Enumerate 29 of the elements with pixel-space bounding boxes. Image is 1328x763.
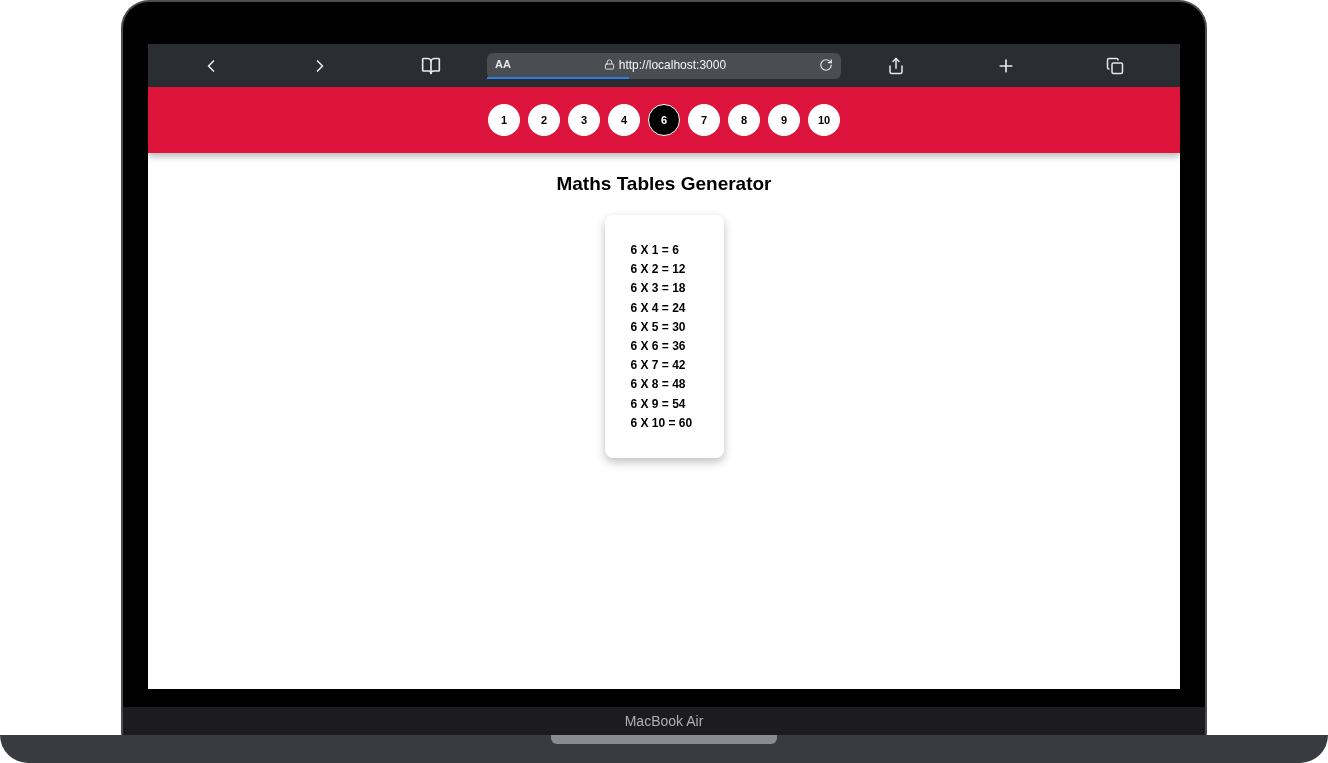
table-line: 6 X 7 = 42 [630,357,687,375]
book-icon[interactable] [421,55,441,76]
lock-icon [603,59,615,70]
table-line: 6 X 10 = 60 [630,414,694,432]
device-label: MacBook Air [624,711,704,731]
number-button[interactable]: 7 [688,104,720,136]
number-button[interactable]: 4 [608,104,640,136]
address-bar[interactable]: AA http://localhost:3000 [487,52,841,79]
share-icon[interactable] [887,56,905,75]
number-button[interactable]: 2 [528,104,560,136]
number-button[interactable]: 8 [728,104,760,136]
text-size-button[interactable]: AA [495,56,511,73]
table-line: 6 X 6 = 36 [630,338,687,355]
table-line: 6 X 5 = 30 [630,318,687,336]
number-button[interactable]: 10 [808,104,840,136]
reload-icon[interactable] [819,57,833,72]
tabs-icon[interactable] [1106,56,1124,75]
table-line: 6 X 8 = 48 [630,376,687,394]
page-title: Maths Tables Generator [556,172,772,196]
table-line: 6 X 4 = 24 [630,299,687,317]
number-button[interactable]: 6 [648,104,680,136]
number-button[interactable]: 1 [488,104,520,136]
url-text: http://localhost:3000 [618,56,727,74]
table-line: 6 X 1 = 6 [630,242,680,259]
table-line: 6 X 2 = 12 [630,261,687,279]
table-line: 6 X 9 = 54 [630,395,687,413]
number-button[interactable]: 3 [568,104,600,136]
table-line: 6 X 3 = 18 [630,280,687,298]
number-button[interactable]: 9 [768,104,800,136]
